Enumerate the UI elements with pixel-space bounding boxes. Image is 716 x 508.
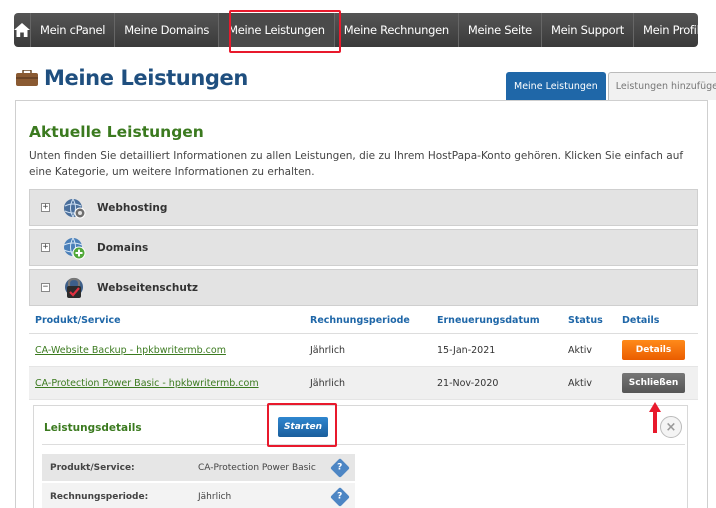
- product-link[interactable]: CA-Protection Power Basic - hpkbwritermb…: [35, 378, 259, 389]
- globe-plus-icon: [63, 237, 86, 259]
- billing-period: Jährlich: [310, 377, 346, 389]
- detail-value: Jährlich: [198, 491, 232, 502]
- shield-lock-icon: [65, 277, 83, 298]
- nav-item-seite[interactable]: Meine Seite: [459, 13, 542, 47]
- page-tabs: Meine Leistungen Leistungen hinzufügen: [506, 72, 716, 100]
- renewal-date: 15-Jan-2021: [437, 344, 496, 356]
- col-header-details: Details: [622, 315, 660, 326]
- close-icon[interactable]: ×: [660, 416, 682, 438]
- category-webhosting[interactable]: + Webhosting: [29, 189, 698, 226]
- top-navigation: Mein cPanel Meine Domains Meine Leistung…: [14, 13, 700, 47]
- col-header-status: Status: [568, 315, 603, 326]
- details-title: Leistungsdetails: [44, 422, 142, 434]
- details-button[interactable]: Details: [622, 340, 685, 360]
- detail-label: Produkt/Service:: [50, 462, 135, 473]
- start-button[interactable]: Starten: [278, 417, 328, 437]
- help-icon[interactable]: ?: [330, 457, 350, 478]
- globe-gear-icon: [64, 198, 86, 218]
- table-row: CA-Website Backup - hpkbwritermb.com Jäh…: [29, 334, 698, 367]
- expand-toggle[interactable]: +: [41, 203, 50, 212]
- billing-period: Jährlich: [310, 344, 346, 356]
- page-title: Meine Leistungen: [44, 66, 248, 90]
- product-link[interactable]: CA-Website Backup - hpkbwritermb.com: [35, 345, 226, 356]
- category-label: Domains: [97, 241, 149, 254]
- divider: [42, 444, 685, 445]
- section-title: Aktuelle Leistungen: [29, 123, 204, 141]
- nav-item-cpanel[interactable]: Mein cPanel: [31, 13, 116, 47]
- nav-item-support[interactable]: Mein Support: [542, 13, 634, 47]
- close-details-button[interactable]: Schließen: [622, 373, 685, 393]
- red-arrow-icon: [649, 402, 661, 433]
- home-icon: [14, 23, 30, 37]
- category-domains[interactable]: + Domains: [29, 229, 698, 266]
- table-row: CA-Protection Power Basic - hpkbwritermb…: [29, 367, 698, 400]
- tab-leistungen-hinzufuegen[interactable]: Leistungen hinzufügen: [607, 72, 716, 100]
- help-icon[interactable]: ?: [330, 486, 350, 507]
- nav-item-rechnungen[interactable]: Meine Rechnungen: [335, 13, 459, 47]
- status-text: Aktiv: [568, 377, 592, 389]
- nav-home[interactable]: [14, 13, 31, 47]
- col-header-renewal: Erneuerungsdatum: [437, 315, 540, 326]
- briefcase-icon: [16, 70, 38, 86]
- services-panel: Aktuelle Leistungen Unten finden Sie det…: [15, 100, 708, 508]
- category-label: Webhosting: [97, 201, 168, 214]
- nav-item-domains[interactable]: Meine Domains: [115, 13, 220, 47]
- col-header-product: Produkt/Service: [35, 315, 121, 326]
- table-header: Produkt/Service Rechnungsperiode Erneuer…: [29, 308, 698, 334]
- services-table: Produkt/Service Rechnungsperiode Erneuer…: [29, 308, 698, 400]
- detail-row-product: Produkt/Service: CA-Protection Power Bas…: [42, 454, 355, 481]
- nav-item-profil[interactable]: Mein Profil: [634, 13, 709, 47]
- detail-value: CA-Protection Power Basic: [198, 462, 316, 473]
- renewal-date: 21-Nov-2020: [437, 377, 499, 389]
- intro-text: Unten finden Sie detailliert Information…: [29, 150, 684, 178]
- nav-item-leistungen[interactable]: Meine Leistungen: [219, 13, 335, 47]
- collapse-toggle[interactable]: −: [41, 283, 50, 292]
- expand-toggle[interactable]: +: [41, 243, 50, 252]
- page-header: Meine Leistungen: [16, 66, 248, 90]
- service-details-panel: Leistungsdetails Starten × Produkt/Servi…: [33, 405, 688, 508]
- status-text: Aktiv: [568, 344, 592, 356]
- col-header-period: Rechnungsperiode: [310, 315, 410, 326]
- tab-meine-leistungen[interactable]: Meine Leistungen: [506, 72, 606, 100]
- detail-label: Rechnungsperiode:: [50, 491, 149, 502]
- category-label: Webseitenschutz: [97, 281, 198, 294]
- category-webseitenschutz[interactable]: − Webseitenschutz: [29, 269, 698, 306]
- detail-row-period: Rechnungsperiode: Jährlich ?: [42, 483, 355, 508]
